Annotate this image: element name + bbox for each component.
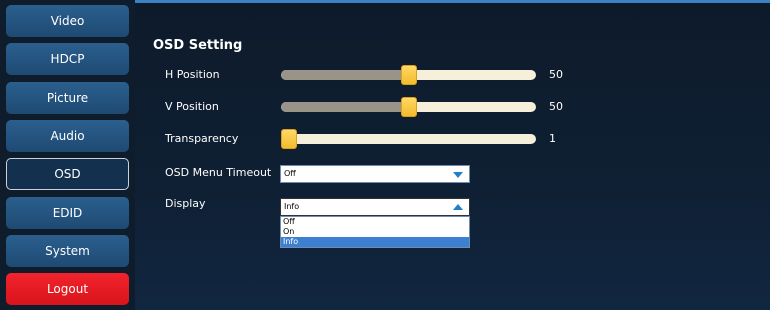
v-position-value: 50	[549, 100, 563, 113]
nav-hdcp-label: HDCP	[50, 52, 85, 66]
nav-edid-button[interactable]: EDID	[6, 197, 129, 229]
nav-system-label: System	[45, 244, 90, 258]
display-label: Display	[165, 197, 206, 210]
logout-button[interactable]: Logout	[6, 273, 129, 305]
main-panel: OSD Setting H Position 50 V Position 50 …	[135, 0, 770, 310]
v-position-thumb[interactable]	[400, 97, 417, 117]
display-option-on[interactable]: On	[281, 227, 469, 237]
menu-timeout-label: OSD Menu Timeout	[165, 166, 272, 179]
chevron-down-icon	[453, 172, 463, 178]
h-position-value: 50	[549, 68, 563, 81]
section-title: OSD Setting	[153, 38, 243, 53]
transparency-value: 1	[549, 132, 556, 145]
nav-system-button[interactable]: System	[6, 235, 129, 267]
display-option-off[interactable]: Off	[281, 217, 469, 227]
v-position-fill	[281, 102, 409, 112]
nav-edid-label: EDID	[52, 206, 83, 220]
nav-audio-label: Audio	[50, 129, 85, 143]
display-option-info[interactable]: Info	[281, 237, 469, 247]
h-position-slider[interactable]	[281, 65, 536, 85]
nav-picture-label: Picture	[46, 91, 89, 105]
transparency-label: Transparency	[165, 132, 239, 145]
nav-video-button[interactable]: Video	[6, 5, 129, 37]
h-position-label: H Position	[165, 68, 220, 81]
display-dropdown-list: Off On Info	[280, 216, 470, 248]
logout-label: Logout	[46, 282, 89, 296]
nav-osd-button[interactable]: OSD	[6, 158, 129, 190]
menu-timeout-select[interactable]: Off	[280, 165, 470, 183]
sidebar: Video HDCP Picture Audio OSD EDID System…	[0, 0, 135, 310]
nav-video-label: Video	[50, 14, 85, 28]
nav-hdcp-button[interactable]: HDCP	[6, 43, 129, 75]
transparency-thumb[interactable]	[281, 129, 297, 149]
chevron-up-icon	[453, 204, 463, 210]
h-position-thumb[interactable]	[400, 65, 417, 85]
v-position-slider[interactable]	[281, 97, 536, 117]
transparency-slider[interactable]	[281, 129, 536, 149]
h-position-fill	[281, 70, 409, 80]
nav-audio-button[interactable]: Audio	[6, 120, 129, 152]
display-value: Info	[284, 202, 300, 211]
v-position-label: V Position	[165, 100, 219, 113]
nav-osd-label: OSD	[54, 167, 81, 181]
display-select[interactable]: Info	[280, 198, 470, 216]
nav-picture-button[interactable]: Picture	[6, 82, 129, 114]
menu-timeout-value: Off	[284, 169, 296, 178]
top-accent-line	[135, 0, 770, 3]
